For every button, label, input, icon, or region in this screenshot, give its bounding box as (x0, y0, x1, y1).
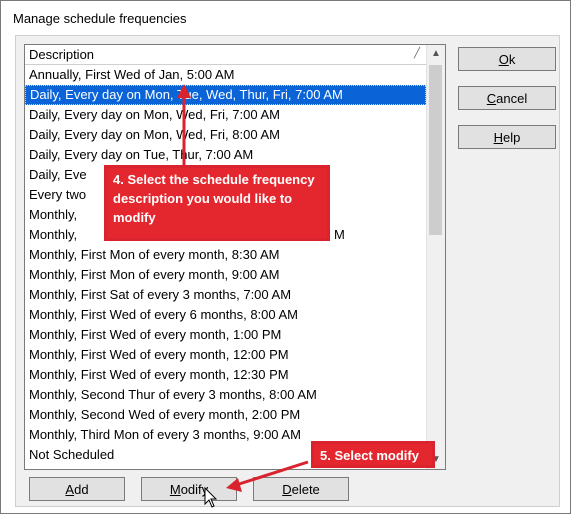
annotation-arrows (177, 84, 309, 508)
step4-callout: 4. Select the schedule frequency descrip… (104, 165, 330, 241)
step5-arrowhead-icon (226, 478, 242, 492)
mouse-cursor-icon (204, 486, 218, 508)
step4-arrowhead-icon (177, 84, 191, 98)
step5-callout: 5. Select modify (311, 441, 435, 468)
step5-arrow-icon (235, 460, 309, 487)
